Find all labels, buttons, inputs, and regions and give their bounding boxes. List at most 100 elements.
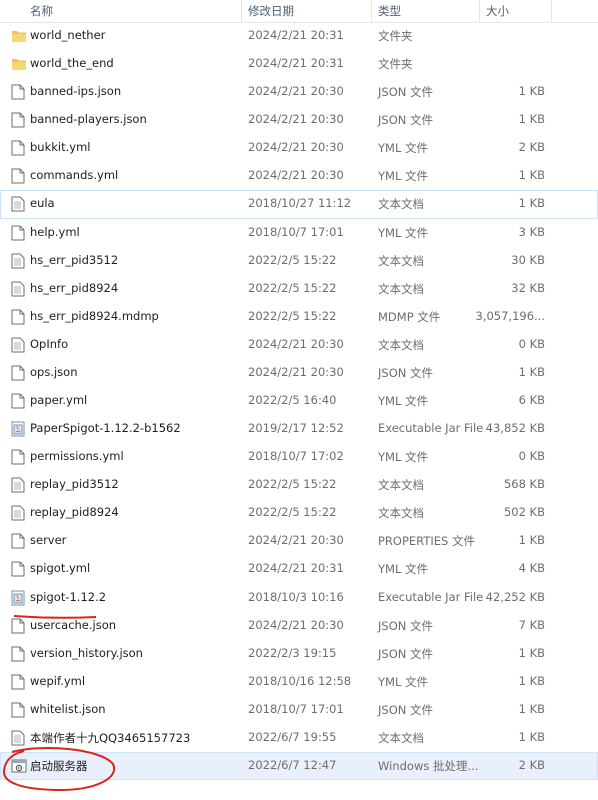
column-divider[interactable]: [551, 0, 552, 22]
file-type: JSON 文件: [378, 85, 434, 100]
file-row[interactable]: world_the_end 2024/2/21 20:31 文件夹: [0, 50, 598, 78]
file-date: 2024/2/21 20:30: [248, 617, 344, 632]
file-name: world_nether: [30, 28, 106, 42]
column-size[interactable]: 大小: [486, 3, 509, 19]
file-row[interactable]: whitelist.json 2018/10/7 17:01 JSON 文件 1 KB: [0, 696, 598, 724]
folder-icon: [11, 57, 26, 73]
file-row[interactable]: replay_pid8924 2022/2/5 15:22 文本文档 502 KB: [0, 499, 598, 527]
file-type: JSON 文件: [378, 365, 434, 380]
file-date: 2024/2/21 20:31: [248, 56, 344, 71]
file-date: 2022/6/7 19:55: [248, 729, 337, 744]
file-row[interactable]: usercache.json 2024/2/21 20:30 JSON 文件 7 KB: [0, 612, 598, 640]
file-date: 2024/2/21 20:31: [248, 28, 344, 42]
file-size: 1 KB: [518, 673, 545, 688]
file-row[interactable]: commands.yml 2024/2/21 20:30 YML 文件 1 KB: [0, 162, 598, 190]
file-row[interactable]: version_history.json 2022/2/3 19:15 JSON 文…: [0, 640, 598, 668]
file-row[interactable]: wepif.yml 2018/10/16 12:58 YML 文件 1 KB: [0, 668, 598, 696]
file-date: 2018/10/16 12:58: [248, 673, 352, 688]
file-size: 0 KB: [518, 449, 545, 464]
text-file-icon: [11, 505, 25, 521]
file-list: world_nether 2024/2/21 20:31 文件夹 world_the_…: [0, 22, 598, 781]
file-name: hs_err_pid8924.mdmp: [30, 308, 159, 323]
file-date: 2024/2/21 20:30: [248, 112, 344, 127]
column-divider[interactable]: [479, 0, 480, 22]
file-date: 2022/2/5 15:22: [248, 280, 337, 295]
file-row[interactable]: bukkit.yml 2024/2/21 20:30 YML 文件 2 KB: [0, 134, 598, 162]
file-icon: [11, 533, 25, 549]
file-date: 2022/2/3 19:15: [248, 645, 337, 660]
text-file-icon: [11, 253, 25, 269]
column-name[interactable]: 名称: [30, 3, 53, 19]
file-row[interactable]: server 2024/2/21 20:30 PROPERTIES 文件 1 KB: [0, 527, 598, 555]
file-name: banned-players.json: [30, 112, 147, 127]
file-row[interactable]: banned-ips.json 2024/2/21 20:30 JSON 文件 1 K…: [0, 78, 598, 106]
file-row[interactable]: ops.json 2024/2/21 20:30 JSON 文件 1 KB: [0, 359, 598, 387]
file-type: JSON 文件: [378, 113, 434, 128]
file-icon: [11, 561, 25, 577]
sort-up-icon: ^: [128, 0, 137, 7]
file-size: 2 KB: [518, 140, 545, 155]
column-type[interactable]: 类型: [378, 3, 401, 19]
file-name: 启动服务器: [30, 759, 88, 774]
file-row[interactable]: spigot-1.12.2 2018/10/3 10:16 Executable J…: [0, 584, 598, 612]
file-date: 2018/10/7 17:02: [248, 449, 344, 464]
file-row[interactable]: eula 2018/10/27 11:12 文本文档 1 KB: [0, 190, 598, 219]
file-row[interactable]: 启动服务器 2022/6/7 12:47 Windows 批处理... 2 KB: [0, 752, 598, 781]
file-row[interactable]: permissions.yml 2018/10/7 17:02 YML 文件 0 KB: [0, 443, 598, 471]
column-divider[interactable]: [371, 0, 372, 22]
file-type: JSON 文件: [378, 646, 434, 661]
file-row[interactable]: spigot.yml 2024/2/21 20:31 YML 文件 4 KB: [0, 555, 598, 583]
file-name: usercache.json: [30, 617, 117, 632]
file-name: PaperSpigot-1.12.2-b1562: [30, 421, 181, 436]
folder-icon: [11, 29, 26, 45]
file-size: 4 KB: [518, 561, 545, 576]
file-row[interactable]: world_nether 2024/2/21 20:31 文件夹: [0, 22, 598, 50]
file-size: 7 KB: [518, 617, 545, 632]
file-icon: [11, 168, 25, 184]
file-row[interactable]: hs_err_pid8924.mdmp 2022/2/5 15:22 MDMP 文件…: [0, 303, 598, 331]
file-size: 1 KB: [518, 84, 545, 99]
file-date: 2022/6/7 12:47: [248, 758, 337, 773]
file-name: replay_pid3512: [30, 477, 119, 492]
file-row[interactable]: replay_pid3512 2022/2/5 15:22 文本文档 568 KB: [0, 471, 598, 499]
file-row[interactable]: 本端作者十九QQ3465157723 2022/6/7 19:55 文本文档 1 KB: [0, 724, 598, 752]
file-date: 2019/2/17 12:52: [248, 421, 344, 436]
file-row[interactable]: hs_err_pid3512 2022/2/5 15:22 文本文档 30 KB: [0, 247, 598, 275]
text-file-icon: [11, 196, 25, 212]
file-type: 文本文档: [378, 253, 424, 268]
file-date: 2024/2/21 20:30: [248, 533, 344, 548]
file-name: permissions.yml: [30, 449, 124, 464]
file-row[interactable]: PaperSpigot-1.12.2-b1562 2019/2/17 12:52 E…: [0, 415, 598, 443]
file-size: 6 KB: [518, 393, 545, 408]
file-size: 1 KB: [518, 729, 545, 744]
file-size: 30 KB: [511, 252, 545, 267]
file-row[interactable]: help.yml 2018/10/7 17:01 YML 文件 3 KB: [0, 219, 598, 247]
file-date: 2018/10/27 11:12: [248, 196, 352, 211]
file-type: YML 文件: [378, 169, 429, 184]
file-size: 1 KB: [518, 533, 545, 548]
file-size: 42,252 KB: [485, 589, 545, 604]
file-size: 32 KB: [511, 280, 545, 295]
file-type: 文本文档: [378, 478, 424, 493]
file-date: 2018/10/7 17:01: [248, 224, 344, 239]
file-icon: [11, 702, 25, 718]
file-icon: [11, 112, 25, 128]
file-row[interactable]: paper.yml 2022/2/5 16:40 YML 文件 6 KB: [0, 387, 598, 415]
file-size: 43,852 KB: [485, 421, 545, 436]
file-type: Executable Jar File: [378, 421, 484, 436]
file-date: 2024/2/21 20:31: [248, 561, 344, 576]
file-name: bukkit.yml: [30, 140, 91, 155]
file-type: PROPERTIES 文件: [378, 534, 475, 549]
file-icon: [11, 225, 25, 241]
file-icon: [11, 365, 25, 381]
file-date: 2022/2/5 15:22: [248, 505, 337, 520]
file-icon: [11, 84, 25, 100]
file-row[interactable]: OpInfo 2024/2/21 20:30 文本文档 0 KB: [0, 331, 598, 359]
column-date[interactable]: 修改日期: [248, 3, 294, 19]
file-row[interactable]: hs_err_pid8924 2022/2/5 15:22 文本文档 32 KB: [0, 275, 598, 303]
file-type: Executable Jar File: [378, 589, 484, 604]
file-type: 文本文档: [378, 730, 424, 745]
file-date: 2024/2/21 20:30: [248, 364, 344, 379]
column-divider[interactable]: [241, 0, 242, 22]
file-row[interactable]: banned-players.json 2024/2/21 20:30 JSON 文…: [0, 106, 598, 134]
